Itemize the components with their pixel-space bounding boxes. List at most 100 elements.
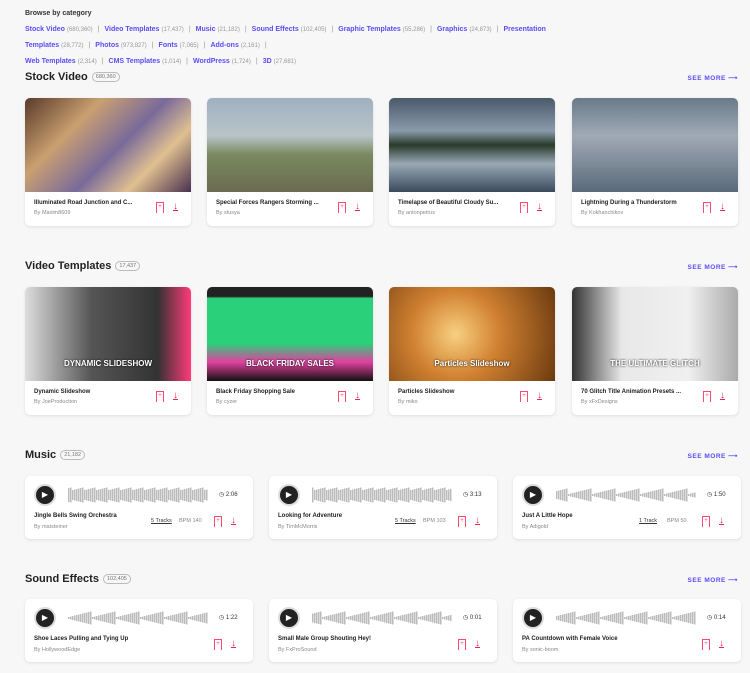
category-link[interactable]: Stock Video (680,360)	[25, 26, 93, 33]
item-title[interactable]: Just A Little Hope	[522, 513, 573, 519]
play-icon[interactable]: ▶	[522, 484, 544, 506]
audio-card[interactable]: ▶ ◷ 0:14 PA Countdown with Female Voice …	[513, 599, 741, 662]
video-card[interactable]: BLACK FRIDAY SALES Black Friday Shopping…	[207, 287, 373, 415]
thumbnail[interactable]	[25, 98, 191, 192]
bookmark-icon[interactable]: +	[703, 202, 711, 213]
play-icon[interactable]: ▶	[278, 484, 300, 506]
play-icon[interactable]: ▶	[522, 607, 544, 629]
item-author[interactable]: By antonpetrus	[398, 210, 435, 216]
audio-card[interactable]: ▶ ◷ 2:06 Jingle Bells Swing Orchestra By…	[25, 476, 253, 539]
video-card[interactable]: Illuminated Road Junction and C... By Ma…	[25, 98, 191, 226]
video-card[interactable]: Special Forces Rangers Storming ... By s…	[207, 98, 373, 226]
tracks-link[interactable]: 5 Tracks	[151, 518, 172, 524]
waveform[interactable]	[556, 487, 699, 503]
see-more-link[interactable]: SEE MORE ⟶	[688, 452, 738, 460]
play-icon[interactable]: ▶	[34, 484, 56, 506]
item-title[interactable]: Black Friday Shopping Sale	[216, 389, 295, 395]
thumbnail[interactable]	[389, 98, 555, 192]
audio-card[interactable]: ▶ ◷ 0:01 Small Male Group Shouting Hey! …	[269, 599, 497, 662]
category-link[interactable]: Video Templates (17,437)	[104, 26, 183, 33]
category-link[interactable]: Photos (973,827)	[95, 42, 146, 49]
item-author[interactable]: By cyzer	[216, 399, 237, 405]
download-icon[interactable]: ↓	[231, 639, 236, 649]
bookmark-icon[interactable]: +	[520, 202, 528, 213]
item-author[interactable]: By miko	[398, 399, 418, 405]
item-author[interactable]: By Maxim8609	[34, 210, 70, 216]
bookmark-icon[interactable]: +	[458, 639, 466, 650]
download-icon[interactable]: ↓	[355, 391, 360, 401]
audio-card[interactable]: ▶ ◷ 1:22 Shoe Laces Pulling and Tying Up…	[25, 599, 253, 662]
download-icon[interactable]: ↓	[720, 391, 725, 401]
waveform[interactable]	[556, 610, 699, 626]
see-more-link[interactable]: SEE MORE ⟶	[688, 576, 738, 584]
bookmark-icon[interactable]: +	[702, 639, 710, 650]
item-author[interactable]: By JoeProduction	[34, 399, 77, 405]
video-card[interactable]: Lightning During a Thunderstorm By Kokha…	[572, 98, 738, 226]
video-card[interactable]: Particles Slideshow Particles Slideshow …	[389, 287, 555, 415]
bookmark-icon[interactable]: +	[156, 202, 164, 213]
thumbnail[interactable]: DYNAMIC SLIDESHOW	[25, 287, 191, 381]
video-card[interactable]: THE ULTIMATE GLITCH 70 Glitch Title Anim…	[572, 287, 738, 415]
bookmark-icon[interactable]: +	[214, 639, 222, 650]
item-title[interactable]: Jingle Bells Swing Orchestra	[34, 513, 117, 519]
thumbnail[interactable]	[207, 98, 373, 192]
thumbnail[interactable]: Particles Slideshow	[389, 287, 555, 381]
waveform[interactable]	[312, 610, 455, 626]
download-icon[interactable]: ↓	[719, 516, 724, 526]
audio-card[interactable]: ▶ ◷ 1:50 Just A Little Hope By Adigold 1…	[513, 476, 741, 539]
item-title[interactable]: PA Countdown with Female Voice	[522, 636, 618, 642]
download-icon[interactable]: ↓	[475, 516, 480, 526]
item-author[interactable]: By Adigold	[522, 524, 548, 530]
download-icon[interactable]: ↓	[355, 202, 360, 212]
download-icon[interactable]: ↓	[720, 202, 725, 212]
download-icon[interactable]: ↓	[537, 202, 542, 212]
item-title[interactable]: Illuminated Road Junction and C...	[34, 200, 132, 206]
bookmark-icon[interactable]: +	[703, 391, 711, 402]
category-link[interactable]: Sound Effects (102,405)	[252, 26, 327, 33]
item-author[interactable]: By HollywoodEdge	[34, 647, 80, 653]
play-icon[interactable]: ▶	[34, 607, 56, 629]
see-more-link[interactable]: SEE MORE ⟶	[688, 263, 738, 271]
see-more-link[interactable]: SEE MORE ⟶	[688, 74, 738, 82]
item-author[interactable]: By sonic-boom	[522, 647, 558, 653]
bookmark-icon[interactable]: +	[702, 516, 710, 527]
item-author[interactable]: By matsteiner	[34, 524, 68, 530]
category-link[interactable]: Web Templates (2,314)	[25, 58, 97, 65]
category-link[interactable]: Add-ons (2,161)	[210, 42, 259, 49]
video-card[interactable]: DYNAMIC SLIDESHOW Dynamic Slideshow By J…	[25, 287, 191, 415]
item-title[interactable]: Shoe Laces Pulling and Tying Up	[34, 636, 128, 642]
tracks-link[interactable]: 5 Tracks	[395, 518, 416, 524]
video-card[interactable]: Timelapse of Beautiful Cloudy Su... By a…	[389, 98, 555, 226]
waveform[interactable]	[312, 487, 455, 503]
category-link[interactable]: Fonts (7,065)	[159, 42, 199, 49]
item-title[interactable]: Lightning During a Thunderstorm	[581, 200, 677, 206]
bookmark-icon[interactable]: +	[156, 391, 164, 402]
download-icon[interactable]: ↓	[719, 639, 724, 649]
item-title[interactable]: Timelapse of Beautiful Cloudy Su...	[398, 200, 498, 206]
play-icon[interactable]: ▶	[278, 607, 300, 629]
item-title[interactable]: Looking for Adventure	[278, 513, 342, 519]
download-icon[interactable]: ↓	[173, 202, 178, 212]
download-icon[interactable]: ↓	[475, 639, 480, 649]
item-title[interactable]: Dynamic Slideshow	[34, 389, 90, 395]
category-link[interactable]: Graphic Templates (55,286)	[338, 26, 425, 33]
item-title[interactable]: Special Forces Rangers Storming ...	[216, 200, 319, 206]
bookmark-icon[interactable]: +	[338, 202, 346, 213]
item-author[interactable]: By TimMcMorris	[278, 524, 317, 530]
item-author[interactable]: By Kokhanchikov	[581, 210, 623, 216]
bookmark-icon[interactable]: +	[214, 516, 222, 527]
audio-card[interactable]: ▶ ◷ 3:13 Looking for Adventure By TimMcM…	[269, 476, 497, 539]
bookmark-icon[interactable]: +	[458, 516, 466, 527]
thumbnail[interactable]: BLACK FRIDAY SALES	[207, 287, 373, 381]
download-icon[interactable]: ↓	[537, 391, 542, 401]
item-title[interactable]: Particles Slideshow	[398, 389, 454, 395]
thumbnail[interactable]	[572, 98, 738, 192]
thumbnail[interactable]: THE ULTIMATE GLITCH	[572, 287, 738, 381]
bookmark-icon[interactable]: +	[338, 391, 346, 402]
category-link[interactable]: WordPress (1,724)	[193, 58, 251, 65]
category-link[interactable]: CMS Templates (1,014)	[109, 58, 182, 65]
tracks-link[interactable]: 1 Track	[639, 518, 657, 524]
waveform[interactable]	[68, 487, 211, 503]
category-link[interactable]: 3D (27,681)	[263, 58, 296, 65]
waveform[interactable]	[68, 610, 211, 626]
